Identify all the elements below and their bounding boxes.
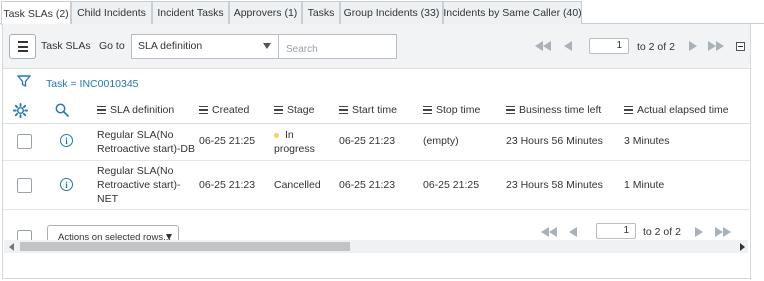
goto-selected-value: SLA definition [138, 40, 203, 52]
next-page-button[interactable] [689, 41, 697, 51]
next-page-icon [689, 41, 697, 51]
start-time-cell: 06-25 21:23 [339, 179, 396, 191]
gear-icon[interactable] [13, 103, 28, 118]
status-dot-icon [274, 132, 279, 138]
scroll-right-icon[interactable] [740, 243, 745, 251]
tab-group-incidents[interactable]: Group Incidents (33) [340, 1, 443, 24]
page-number-input[interactable]: 1 [596, 223, 636, 239]
start-time-cell: 06-25 21:23 [339, 135, 396, 147]
goto-field-select[interactable]: SLA definition [131, 34, 279, 59]
page-count-text: to 2 of 2 [643, 226, 681, 238]
list-toolbar: Task SLAs Go to SLA definition 1 to 2 of… [3, 24, 750, 69]
previous-page-icon [569, 227, 577, 237]
horizontal-scrollbar[interactable] [4, 240, 748, 253]
goto-label: Go to [99, 40, 125, 52]
tab-incident-tasks[interactable]: Incident Tasks [152, 1, 229, 24]
scroll-left-icon[interactable] [9, 243, 14, 251]
table-header: SLA definition Created Stage Start time … [3, 98, 750, 124]
hamburger-icon [17, 41, 28, 43]
sla-definition-link[interactable]: Regular SLA(No Retroactive start)- NET [97, 164, 180, 206]
business-time-left-cell: 23 Hours 58 Minutes [506, 179, 603, 191]
column-stop-time[interactable]: Stop time [423, 104, 480, 116]
last-page-icon [708, 41, 716, 51]
tab-tasks[interactable]: Tasks [302, 1, 340, 24]
previous-page-icon [564, 41, 572, 51]
actual-elapsed-time-cell: 1 Minute [624, 179, 665, 191]
sla-definition-link[interactable]: Regular SLA(No Retroactive start)-DB [97, 128, 195, 156]
search-input[interactable] [279, 34, 397, 59]
column-menu-icon[interactable] [274, 105, 283, 115]
row-checkbox[interactable] [17, 178, 32, 193]
list-menu-button[interactable] [9, 34, 36, 59]
row-checkbox[interactable] [17, 134, 32, 149]
collapse-list-button[interactable] [736, 42, 745, 51]
column-sla-definition[interactable]: SLA definition [97, 104, 174, 116]
last-page-icon [715, 227, 723, 237]
last-page-button[interactable] [708, 41, 724, 51]
related-lists-tabs: Task SLAs (2) Child Incidents Incident T… [0, 0, 764, 25]
stop-time-cell: 06-25 21:25 [423, 179, 480, 191]
filter-breadcrumb[interactable]: Task = INC0010345 [46, 78, 139, 90]
first-page-icon [541, 227, 549, 237]
scrollbar-thumb[interactable] [20, 242, 350, 251]
first-page-button[interactable] [535, 41, 551, 51]
filter-icon[interactable] [17, 74, 31, 88]
table-row: i Regular SLA(No Retroactive start)-DB 06… [3, 124, 750, 161]
created-cell: 06-25 21:25 [199, 135, 256, 147]
stop-time-cell: (empty) [423, 135, 459, 147]
info-icon[interactable]: i [60, 178, 73, 191]
column-menu-icon[interactable] [423, 105, 432, 115]
tab-task-slas[interactable]: Task SLAs (2) [1, 1, 71, 25]
column-business-time-left[interactable]: Business time left [506, 104, 601, 116]
last-page-button[interactable] [715, 227, 731, 237]
business-time-left-cell: 23 Hours 56 Minutes [506, 135, 603, 147]
search-icon[interactable] [55, 103, 69, 117]
table-row: i Regular SLA(No Retroactive start)- NET 0… [3, 161, 750, 210]
column-menu-icon[interactable] [339, 105, 348, 115]
column-created[interactable]: Created [199, 104, 249, 116]
page-count-text: to 2 of 2 [637, 41, 675, 53]
tab-approvers[interactable]: Approvers (1) [229, 1, 302, 24]
column-menu-icon[interactable] [624, 105, 633, 115]
actual-elapsed-time-cell: 3 Minutes [624, 135, 670, 147]
column-stage[interactable]: Stage [274, 104, 314, 116]
previous-page-button[interactable] [564, 41, 572, 51]
minus-icon [738, 46, 743, 47]
stage-cell: Cancelled [274, 179, 321, 191]
column-menu-icon[interactable] [199, 105, 208, 115]
column-actual-elapsed-time[interactable]: Actual elapsed time [624, 104, 729, 116]
tab-child-incidents[interactable]: Child Incidents [71, 1, 152, 24]
page-number-input[interactable]: 1 [589, 38, 629, 54]
next-page-icon [695, 227, 703, 237]
previous-page-button[interactable] [569, 227, 577, 237]
info-icon[interactable]: i [60, 134, 73, 147]
column-menu-icon[interactable] [506, 105, 515, 115]
list-title: Task SLAs [41, 40, 91, 52]
stage-cell: In progress [274, 129, 315, 155]
column-start-time[interactable]: Start time [339, 104, 397, 116]
first-page-button[interactable] [541, 227, 557, 237]
column-menu-icon[interactable] [97, 105, 106, 115]
chevron-down-icon [263, 43, 271, 49]
next-page-button[interactable] [695, 227, 703, 237]
created-cell: 06-25 21:23 [199, 179, 256, 191]
tab-incidents-same-caller[interactable]: Incidents by Same Caller (40) [443, 1, 582, 24]
first-page-icon [535, 41, 543, 51]
